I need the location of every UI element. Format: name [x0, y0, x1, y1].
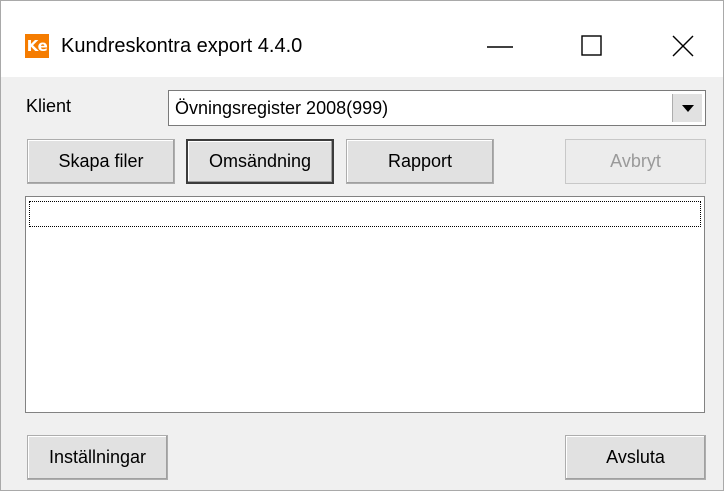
chevron-down-icon [682, 105, 694, 112]
omsandning-button[interactable]: Omsändning [186, 139, 334, 184]
dropdown-arrow-button[interactable] [672, 94, 702, 122]
klient-label: Klient [26, 96, 72, 116]
rapport-button[interactable]: Rapport [346, 139, 494, 184]
close-icon [672, 35, 694, 57]
close-button[interactable] [641, 21, 721, 71]
title-bar[interactable]: Ke Kundreskontra export 4.4.0 [1, 1, 723, 77]
window-title: Kundreskontra export 4.4.0 [61, 35, 303, 57]
log-listbox[interactable] [25, 196, 705, 413]
app-window: Ke Kundreskontra export 4.4.0 Klient Övn… [0, 0, 724, 491]
maximize-icon [581, 35, 602, 56]
avbryt-button: Avbryt [565, 139, 706, 184]
maximize-button[interactable] [553, 21, 633, 71]
app-icon: Ke [25, 34, 49, 58]
list-item-focused[interactable] [29, 201, 701, 227]
minimize-icon [487, 46, 513, 48]
klient-selected-value: Övningsregister 2008(999) [175, 98, 389, 118]
klient-dropdown[interactable]: Övningsregister 2008(999) [168, 90, 706, 126]
skapa-filer-button[interactable]: Skapa filer [27, 139, 175, 184]
minimize-button[interactable] [461, 21, 541, 71]
avsluta-button[interactable]: Avsluta [565, 435, 706, 480]
installningar-button[interactable]: Inställningar [27, 435, 168, 480]
